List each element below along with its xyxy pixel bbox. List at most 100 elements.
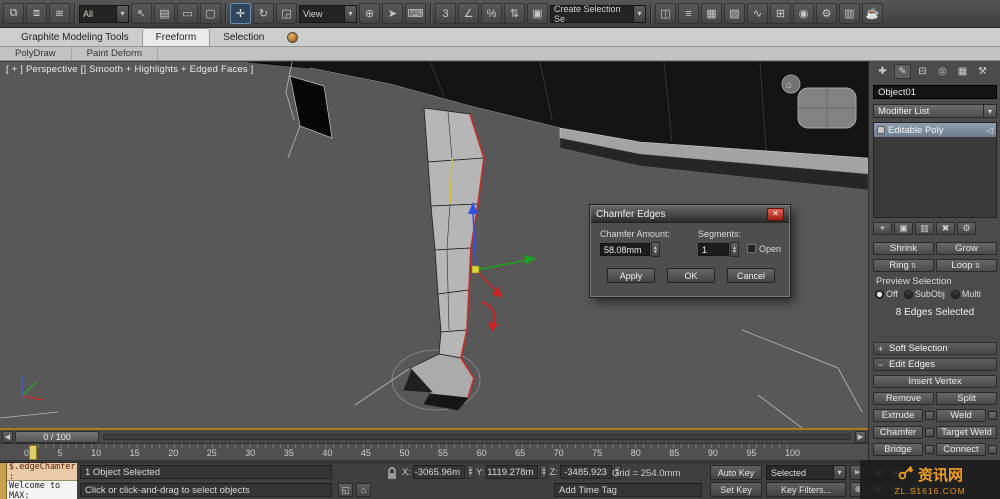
dialog-title-bar[interactable]: Chamfer Edges ✕ — [591, 206, 789, 223]
transform-gizmo[interactable] — [468, 202, 536, 332]
schematic-view-icon[interactable]: ⊞ — [770, 3, 791, 24]
stack-pin-icon[interactable]: ◁ — [987, 126, 993, 135]
named-selection-sets-icon[interactable]: ▣ — [527, 3, 548, 24]
connect-button[interactable]: Connect — [936, 443, 986, 456]
weld-button[interactable]: Weld — [936, 409, 986, 422]
configure-modifier-sets-icon[interactable]: ⚙ — [957, 222, 976, 235]
select-and-link-icon[interactable]: ⧉ — [3, 3, 24, 24]
ring-spinner[interactable]: ⇅ — [911, 262, 918, 270]
cancel-button[interactable]: Cancel — [727, 268, 775, 283]
bridge-button[interactable]: Bridge — [873, 443, 923, 456]
add-time-tag-field[interactable]: Add Time Tag — [554, 483, 702, 497]
modifier-list-dropdown[interactable]: Modifier List ▾ — [873, 104, 997, 118]
chamfer-settings-button[interactable] — [925, 428, 934, 437]
select-and-manipulate-icon[interactable]: ➤ — [382, 3, 403, 24]
select-object-icon[interactable]: ↖ — [131, 3, 152, 24]
motion-tab-icon[interactable]: ◎ — [934, 64, 951, 79]
keyboard-override-icon[interactable]: ⌨ — [405, 3, 426, 24]
track-set-dropdown[interactable]: Selected — [766, 465, 846, 480]
auto-key-button[interactable]: Auto Key — [710, 465, 762, 480]
utilities-tab-icon[interactable]: ⚒ — [974, 64, 991, 79]
isolate-selection-icon[interactable]: ◱ — [338, 483, 353, 497]
apply-button[interactable]: Apply — [607, 268, 655, 283]
time-slider-handle[interactable]: 0 / 100 — [15, 430, 99, 443]
ok-button[interactable]: OK — [667, 268, 715, 283]
soft-selection-rollout-header[interactable]: + Soft Selection — [873, 342, 997, 355]
remove-modifier-icon[interactable]: ✖ — [936, 222, 955, 235]
split-button[interactable]: Split — [936, 392, 997, 405]
curve-editor-icon[interactable]: ∿ — [747, 3, 768, 24]
segments-input[interactable]: 1 — [698, 243, 729, 256]
extrude-button[interactable]: Extrude — [873, 409, 923, 422]
preview-selection-radio[interactable]: Off — [875, 289, 898, 299]
modifier-stack-item[interactable]: Editable Poly ◁ — [874, 123, 996, 137]
loop-spinner[interactable]: ⇅ — [975, 262, 982, 270]
connect-settings-button[interactable] — [988, 445, 997, 454]
align-icon[interactable]: ≡ — [678, 3, 699, 24]
graphite-ribbon-toggle-icon[interactable]: ▧ — [724, 3, 745, 24]
close-icon[interactable]: ✕ — [767, 207, 784, 221]
time-slider-groove[interactable] — [103, 433, 851, 440]
snaps-toggle-icon[interactable]: 3 — [435, 3, 456, 24]
grow-button[interactable]: Grow — [936, 242, 997, 255]
display-tab-icon[interactable]: ▦ — [954, 64, 971, 79]
segments-spinner[interactable] — [730, 242, 739, 257]
shrink-button[interactable]: Shrink — [873, 242, 934, 255]
chamfer-amount-spinner[interactable] — [651, 242, 660, 257]
z-coordinate-field[interactable]: -3485.923 — [559, 465, 612, 479]
bind-to-spacewarp-icon[interactable]: ≋ — [49, 3, 70, 24]
show-end-result-icon[interactable]: ▣ — [894, 222, 913, 235]
ribbon-tab[interactable]: Freeform — [141, 28, 211, 46]
loop-button[interactable]: Loop ⇅ — [936, 259, 997, 272]
ribbon-tab[interactable]: Selection — [210, 29, 277, 46]
maxscript-listener-gutter[interactable] — [0, 463, 7, 499]
spinner-snap-icon[interactable]: ⇅ — [504, 3, 525, 24]
pin-stack-icon[interactable]: ⌖ — [873, 222, 892, 235]
next-frame-arrow-icon[interactable]: ▶ — [855, 430, 866, 443]
select-by-name-icon[interactable]: ▤ — [154, 3, 175, 24]
use-pivot-center-icon[interactable]: ⊕ — [359, 3, 380, 24]
x-coordinate-field[interactable]: -3065.96m — [412, 465, 465, 479]
bridge-settings-button[interactable] — [925, 445, 934, 454]
maxscript-listener-line2[interactable]: Welcome to MAX: — [7, 481, 77, 499]
percent-snap-icon[interactable]: % — [481, 3, 502, 24]
make-unique-icon[interactable]: ▥ — [915, 222, 934, 235]
insert-vertex-button[interactable]: Insert Vertex — [873, 375, 997, 388]
edit-edges-rollout-header[interactable]: − Edit Edges — [873, 358, 997, 371]
hierarchy-tab-icon[interactable]: ⊟ — [914, 64, 931, 79]
key-filters-button[interactable]: Key Filters... — [766, 482, 846, 497]
unlink-selection-icon[interactable]: ⧈ — [26, 3, 47, 24]
set-key-button[interactable]: Set Key — [710, 482, 762, 497]
car-body-mesh[interactable] — [247, 62, 868, 191]
preview-selection-radio[interactable]: SubObj — [903, 289, 945, 299]
angle-snap-icon[interactable]: ∠ — [458, 3, 479, 24]
offset-mode-icon[interactable]: ⌂ — [356, 483, 371, 497]
leg-mesh[interactable] — [403, 107, 485, 411]
rectangular-selection-region-icon[interactable]: ▭ — [177, 3, 198, 24]
material-editor-icon[interactable]: ◉ — [793, 3, 814, 24]
reference-coordinate-dropdown[interactable]: View — [299, 4, 357, 23]
target-weld-button[interactable]: Target Weld — [936, 426, 997, 439]
ribbon-tab[interactable]: Graphite Modeling Tools — [8, 29, 142, 46]
rendered-frame-icon[interactable]: ▥ — [839, 3, 860, 24]
render-setup-icon[interactable]: ⚙ — [816, 3, 837, 24]
previous-frame-arrow-icon[interactable]: ◀ — [2, 430, 13, 443]
selection-filter-dropdown[interactable]: All — [79, 4, 129, 23]
preview-selection-radio[interactable]: Multi — [950, 289, 981, 299]
object-name-field[interactable]: Object01 — [873, 85, 997, 99]
open-checkbox[interactable] — [747, 244, 756, 253]
weld-settings-button[interactable] — [988, 411, 997, 420]
y-coordinate-field[interactable]: 1119.278m — [486, 465, 539, 479]
chamfer-button[interactable]: Chamfer — [873, 426, 923, 439]
mirror-icon[interactable]: ◫ — [655, 3, 676, 24]
y-spinner[interactable] — [540, 465, 548, 479]
ribbon-panel[interactable]: Paint Deform — [72, 47, 159, 60]
track-bar[interactable]: 0 5 10 15 20 25 30 35 40 45 50 55 60 65 70 75 80 85 90 95 10… — [0, 444, 868, 461]
x-spinner[interactable] — [466, 465, 474, 479]
select-and-scale-icon[interactable]: ◲ — [276, 3, 297, 24]
maxscript-listener-line1[interactable]: $.edgeChamfer : — [7, 462, 77, 482]
ring-button[interactable]: Ring ⇅ — [873, 259, 934, 272]
ribbon-config-icon[interactable] — [287, 32, 299, 43]
render-production-icon[interactable]: ☕ — [862, 3, 883, 24]
viewport-label[interactable]: [ + ] Perspective [] Smooth + Highlights… — [6, 64, 254, 75]
